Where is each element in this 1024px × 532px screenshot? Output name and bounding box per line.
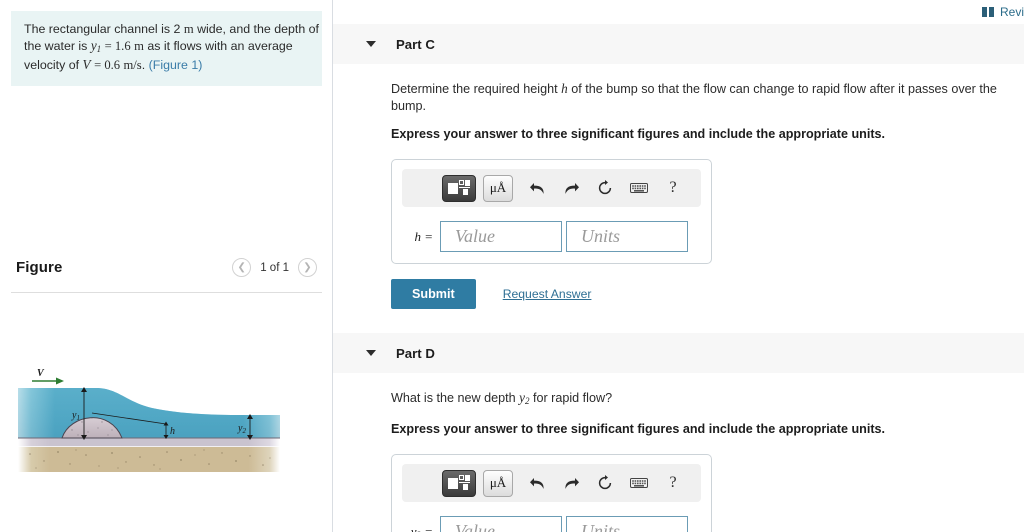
part-c-instruction: Express your answer to three significant… <box>391 127 886 141</box>
figure-1-link[interactable]: (Figure 1) <box>149 58 203 72</box>
review-label: Revi <box>999 5 1024 19</box>
var-v: V <box>82 57 91 73</box>
part-d-entry-label: y2 = <box>402 524 440 532</box>
part-c-toolbar: μÅ ? <box>402 169 701 207</box>
problem-text-a: The rectangular channel is 2 <box>24 22 181 36</box>
part-c-entry-label: h = <box>402 229 440 245</box>
part-d-instruction: Express your answer to three significant… <box>391 422 886 436</box>
sediment-layer <box>18 438 280 447</box>
part-c-units-placeholder: Units <box>581 226 621 246</box>
part-c-actions: Submit Request Answer <box>391 279 1024 309</box>
part-c-label-var: h <box>414 228 421 244</box>
part-d-prompt-pre: What is the new depth <box>391 391 516 405</box>
book-icon <box>981 7 995 17</box>
label-h: h <box>170 426 175 437</box>
part-c-submit-button[interactable]: Submit <box>391 279 476 309</box>
figure-navigation: ❮ 1 of 1 ❯ <box>232 258 317 277</box>
part-d-var-y-sub: 2 <box>524 396 530 406</box>
part-c-value-input[interactable]: Value <box>440 221 562 252</box>
caret-down-icon[interactable] <box>366 350 376 356</box>
problem-text-b: wide, and the depth of <box>197 22 319 36</box>
undo-icon[interactable] <box>520 476 554 491</box>
part-d-toolbar: μÅ ? <box>402 464 701 502</box>
figure-svg: V y1 y2 h <box>18 368 280 472</box>
part-d-answer-widget: μÅ ? y = Value Units <box>391 454 712 532</box>
part-c-prompt-pre: Determine the required height <box>391 82 558 96</box>
part-c-body: Determine the required height h of the b… <box>333 64 1024 309</box>
var-y1-subscript: 1 <box>96 43 102 54</box>
part-c-title: Part C <box>396 36 435 52</box>
help-icon[interactable]: ? <box>656 179 690 197</box>
units-button-label: μÅ <box>489 475 507 490</box>
part-c-units-input[interactable]: Units <box>566 221 688 252</box>
caret-down-icon[interactable] <box>366 41 376 47</box>
keyboard-icon[interactable] <box>622 477 656 489</box>
figure-title: Figure <box>16 259 63 276</box>
figure-header: Figure ❮ 1 of 1 ❯ <box>0 258 333 277</box>
redo-icon[interactable] <box>554 181 588 196</box>
part-c-request-answer-link[interactable]: Request Answer <box>503 287 592 301</box>
problem-text-e: velocity of <box>24 58 80 73</box>
help-label: ? <box>669 179 677 196</box>
part-d-body: What is the new depth y2 for rapid flow?… <box>333 373 1024 532</box>
problem-line-2: the water is y1 = 1.6 m as it flows with… <box>24 38 309 58</box>
part-d-prompt-post: for rapid flow? <box>532 391 613 405</box>
units-button-label: μÅ <box>489 180 507 195</box>
redo-icon[interactable] <box>554 476 588 491</box>
part-c-header[interactable]: Part C <box>333 24 1024 64</box>
problem-line-3: velocity of V = 0.6 m/s. (Figure 1) <box>24 57 309 74</box>
part-c-answer-widget: μÅ ? h = Value Units <box>391 159 712 264</box>
template-icon[interactable] <box>442 174 476 202</box>
problem-line-1: The rectangular channel is 2 m wide, and… <box>24 22 319 38</box>
chevron-left-icon[interactable]: ❮ <box>232 258 252 277</box>
problem-text-c: the water is <box>24 38 88 53</box>
problem-page: The rectangular channel is 2 m wide, and… <box>0 0 1024 532</box>
part-d-units-input[interactable]: Units <box>566 516 688 532</box>
chevron-right-icon[interactable]: ❯ <box>298 258 317 277</box>
review-link[interactable]: Revi <box>981 3 1024 21</box>
left-panel: The rectangular channel is 2 m wide, and… <box>0 0 333 532</box>
sand-layer <box>18 447 280 472</box>
part-d-header[interactable]: Part D <box>333 333 1024 373</box>
part-d-prompt: What is the new depth y2 for rapid flow? <box>391 389 1024 410</box>
help-label: ? <box>669 474 677 491</box>
part-d-title: Part D <box>396 345 435 361</box>
period: . <box>141 58 146 73</box>
unit-m-per-s: m/s <box>123 58 142 73</box>
units-button[interactable]: μÅ <box>483 469 513 497</box>
part-c-label-eq: = <box>424 228 433 244</box>
units-button[interactable]: μÅ <box>483 174 513 202</box>
part-d-units-placeholder: Units <box>581 521 621 532</box>
keyboard-icon[interactable] <box>622 182 656 194</box>
part-c-var-h: h <box>561 81 568 96</box>
channel-flow-figure: V y1 y2 h <box>0 358 333 493</box>
y1-value: = 1.6 <box>104 38 131 53</box>
part-d-value-input[interactable]: Value <box>440 516 562 532</box>
part-c-value-placeholder: Value <box>455 226 495 246</box>
problem-statement: The rectangular channel is 2 m wide, and… <box>11 11 322 86</box>
part-d-entry-row: y2 = Value Units <box>402 516 701 532</box>
help-icon[interactable]: ? <box>656 474 690 492</box>
part-d-value-placeholder: Value <box>455 521 495 532</box>
label-velocity: V <box>37 368 45 379</box>
unit-meter-2: m <box>134 38 144 53</box>
reset-icon[interactable] <box>588 475 622 491</box>
undo-icon[interactable] <box>520 181 554 196</box>
template-icon[interactable] <box>442 469 476 497</box>
v-value: = 0.6 <box>94 58 121 73</box>
figure-counter: 1 of 1 <box>260 261 289 274</box>
reset-icon[interactable] <box>588 180 622 196</box>
figure-divider <box>11 292 322 293</box>
part-c-prompt: Determine the required height h of the b… <box>391 80 1024 115</box>
part-d-label-eq: = <box>424 523 433 532</box>
problem-text-d: as it flows with an average <box>147 38 293 53</box>
right-panel: Revi Part C Determine the required heigh… <box>333 0 1024 532</box>
part-c-entry-row: h = Value Units <box>402 221 701 252</box>
unit-meter: m <box>183 22 194 36</box>
